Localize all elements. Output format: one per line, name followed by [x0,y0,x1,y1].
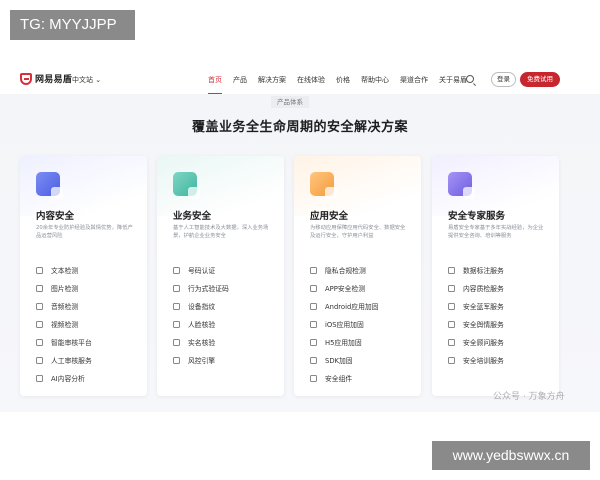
corner-watermark: 公众号 · 万象方舟 [493,392,565,402]
quality-check-icon [448,284,455,292]
card-content-security[interactable]: 内容安全 20余年专业防护经验及舆情优势，降低产品运营风险 文本检测 图片检测 … [20,156,147,396]
feature-item[interactable]: 实名核验 [173,333,229,351]
feature-item[interactable]: 安全组件 [310,369,378,387]
free-trial-button[interactable]: 免费试用 [520,72,560,87]
feature-item[interactable]: 视频检测 [36,315,92,333]
captcha-icon [173,284,180,292]
card-feature-list: 文本检测 图片检测 音频检测 视频检测 智能审核平台 人工审核服务 AI内容分析 [36,261,92,387]
training-icon [448,356,455,364]
card-feature-list: 数据标注服务 内容质检服务 安全蓝军服务 安全舆情服务 安全顾问服务 安全培训服… [448,261,504,369]
card-title: 应用安全 [310,211,349,222]
watermark-top: TG: MYYJJPP [10,10,135,40]
feature-item[interactable]: 行为式验证码 [173,279,229,297]
business-security-icon [173,172,200,199]
feature-item[interactable]: 号码认证 [173,261,229,279]
nav-item-online-demo[interactable]: 在线体验 [297,75,325,85]
nav-item-pricing[interactable]: 价格 [336,75,350,85]
top-nav: 网易易盾 中文站 ⌄ 首页 产品 解决方案 在线体验 价格 帮助中心 渠道合作 … [0,66,600,94]
card-title: 内容安全 [36,211,75,222]
manual-review-icon [36,356,43,364]
ios-icon [310,320,317,328]
card-feature-list: 隐私合规检测 APP安全检测 Android应用加固 iOS应用加固 H5应用加… [310,261,378,387]
feature-item[interactable]: 设备指纹 [173,297,229,315]
card-app-security[interactable]: 应用安全 为移动应用保障应用代码安全、数据安全及运行安全，守护用户利益 隐私合规… [294,156,421,396]
feature-item[interactable]: 音频检测 [36,297,92,315]
privacy-check-icon [310,266,317,274]
audio-detect-icon [36,302,43,310]
blue-team-icon [448,302,455,310]
nav-item-about[interactable]: 关于易盾 [439,75,467,85]
search-icon[interactable] [466,75,474,83]
public-opinion-icon [448,320,455,328]
shield-logo-icon [20,72,32,85]
feature-item[interactable]: iOS应用加固 [310,315,378,333]
device-fingerprint-icon [173,302,180,310]
card-business-security[interactable]: 业务安全 基于人工智能技术及大数据，深入业务场景，护航企业业务安全 号码认证 行… [157,156,284,396]
nav-item-help[interactable]: 帮助中心 [361,75,389,85]
sdk-icon [310,356,317,364]
feature-item[interactable]: 安全蓝军服务 [448,297,504,315]
card-title: 安全专家服务 [448,211,506,222]
feature-item[interactable]: 图片检测 [36,279,92,297]
feature-item[interactable]: 安全培训服务 [448,351,504,369]
feature-item[interactable]: 文本检测 [36,261,92,279]
feature-item[interactable]: 安全顾问服务 [448,333,504,351]
logo[interactable]: 网易易盾 [20,72,72,85]
security-component-icon [310,374,317,382]
face-verify-icon [173,320,180,328]
card-expert-service[interactable]: 安全专家服务 易盾安全专家基于多年实战经验，为企业提供安全咨询、培训等服务 数据… [432,156,559,396]
card-description: 基于人工智能技术及大数据，深入业务场景，护航企业业务安全 [173,225,269,240]
text-detect-icon [36,266,43,274]
card-description: 20余年专业防护经验及舆情优势，降低产品运营风险 [36,225,133,240]
nav-menu: 首页 产品 解决方案 在线体验 价格 帮助中心 渠道合作 关于易盾 [208,75,478,94]
id-verify-icon [173,338,180,346]
feature-item[interactable]: 风控引擎 [173,351,229,369]
app-scan-icon [310,284,317,292]
feature-item[interactable]: 智能审核平台 [36,333,92,351]
product-section: 产品体系 覆盖业务全生命周期的安全解决方案 内容安全 20余年专业防护经验及舆情… [0,94,600,412]
feature-item[interactable]: SDK加固 [310,351,378,369]
image-detect-icon [36,284,43,292]
review-platform-icon [36,338,43,346]
feature-item[interactable]: Android应用加固 [310,297,378,315]
watermark-bottom: www.yedbswwx.cn [432,441,590,470]
logo-text: 网易易盾 [35,75,73,85]
feature-item[interactable]: 安全舆情服务 [448,315,504,333]
risk-engine-icon [173,356,180,364]
feature-item[interactable]: 人工审核服务 [36,351,92,369]
section-title: 覆盖业务全生命周期的安全解决方案 [191,120,408,135]
feature-item[interactable]: 隐私合规检测 [310,261,378,279]
login-button[interactable]: 登录 [491,72,516,87]
content-security-icon [36,172,63,199]
card-description: 为移动应用保障应用代码安全、数据安全及运行安全，守护用户利益 [310,225,406,240]
ai-analysis-icon [36,374,43,382]
card-description: 易盾安全专家基于多年实战经验，为企业提供安全咨询、培训等服务 [448,225,544,240]
feature-item[interactable]: AI内容分析 [36,369,92,387]
feature-item[interactable]: H5应用加固 [310,333,378,351]
data-label-icon [448,266,455,274]
nav-item-partners[interactable]: 渠道合作 [400,75,428,85]
nav-item-home[interactable]: 首页 [208,75,222,94]
android-icon [310,302,317,310]
feature-item[interactable]: 人脸核验 [173,315,229,333]
card-feature-list: 号码认证 行为式验证码 设备指纹 人脸核验 实名核验 风控引擎 [173,261,229,369]
nav-item-products[interactable]: 产品 [233,75,247,85]
feature-item[interactable]: APP安全检测 [310,279,378,297]
nav-item-solutions[interactable]: 解决方案 [258,75,286,85]
card-title: 业务安全 [173,211,212,222]
consulting-icon [448,338,455,346]
phone-auth-icon [173,266,180,274]
h5-icon [310,338,317,346]
expert-service-icon [448,172,475,199]
app-security-icon [310,172,337,199]
feature-item[interactable]: 内容质检服务 [448,279,504,297]
feature-item[interactable]: 数据标注服务 [448,261,504,279]
section-tag: 产品体系 [271,96,309,108]
site-selector[interactable]: 中文站 ⌄ [72,75,101,85]
video-detect-icon [36,320,43,328]
